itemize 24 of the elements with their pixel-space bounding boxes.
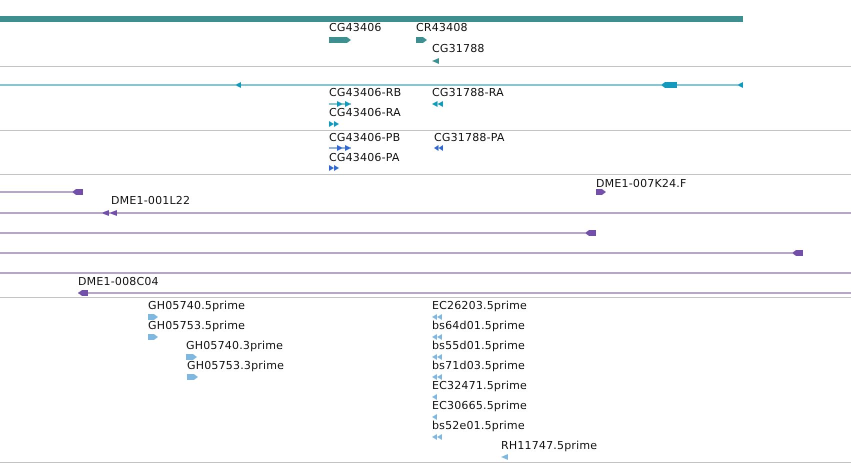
feature-label: EC26203.5prime xyxy=(432,299,527,312)
feature-label: bs71d03.5prime xyxy=(432,359,526,372)
feature-label: CR43408 xyxy=(416,21,468,34)
feature-label: DME1-008C04 xyxy=(78,275,159,288)
feature-label: bs52e01.5prime xyxy=(432,419,525,432)
feature-label: DME1-001L22 xyxy=(111,194,190,207)
feature-label: EC32471.5prime xyxy=(432,379,527,392)
feature-label: CG43406-PB xyxy=(329,131,400,144)
feature-label: DME1-007K24.F xyxy=(596,177,687,190)
feature-label: CG43406-PA xyxy=(329,151,400,164)
feature-label: EC30665.5prime xyxy=(432,399,527,412)
feature-label: bs55d01.5prime xyxy=(432,339,526,352)
feature-label: GH05740.5prime xyxy=(148,299,246,312)
feature-label: GH05753.3prime xyxy=(187,359,284,372)
feature-label: CG31788-PA xyxy=(434,131,505,144)
feature-label: CG43406 xyxy=(329,21,382,34)
feature-label: CG31788 xyxy=(432,42,485,55)
feature-label: CG31788-RA xyxy=(432,86,504,99)
feature-label: CG43406-RB xyxy=(329,86,402,99)
feature-label: RH11747.5prime xyxy=(501,439,598,452)
feature-label: bs64d01.5prime xyxy=(432,319,526,332)
feature-label: GH05753.5prime xyxy=(148,319,246,332)
feature-label: CG43406-RA xyxy=(329,106,401,119)
feature-label: GH05740.3prime xyxy=(186,339,284,352)
